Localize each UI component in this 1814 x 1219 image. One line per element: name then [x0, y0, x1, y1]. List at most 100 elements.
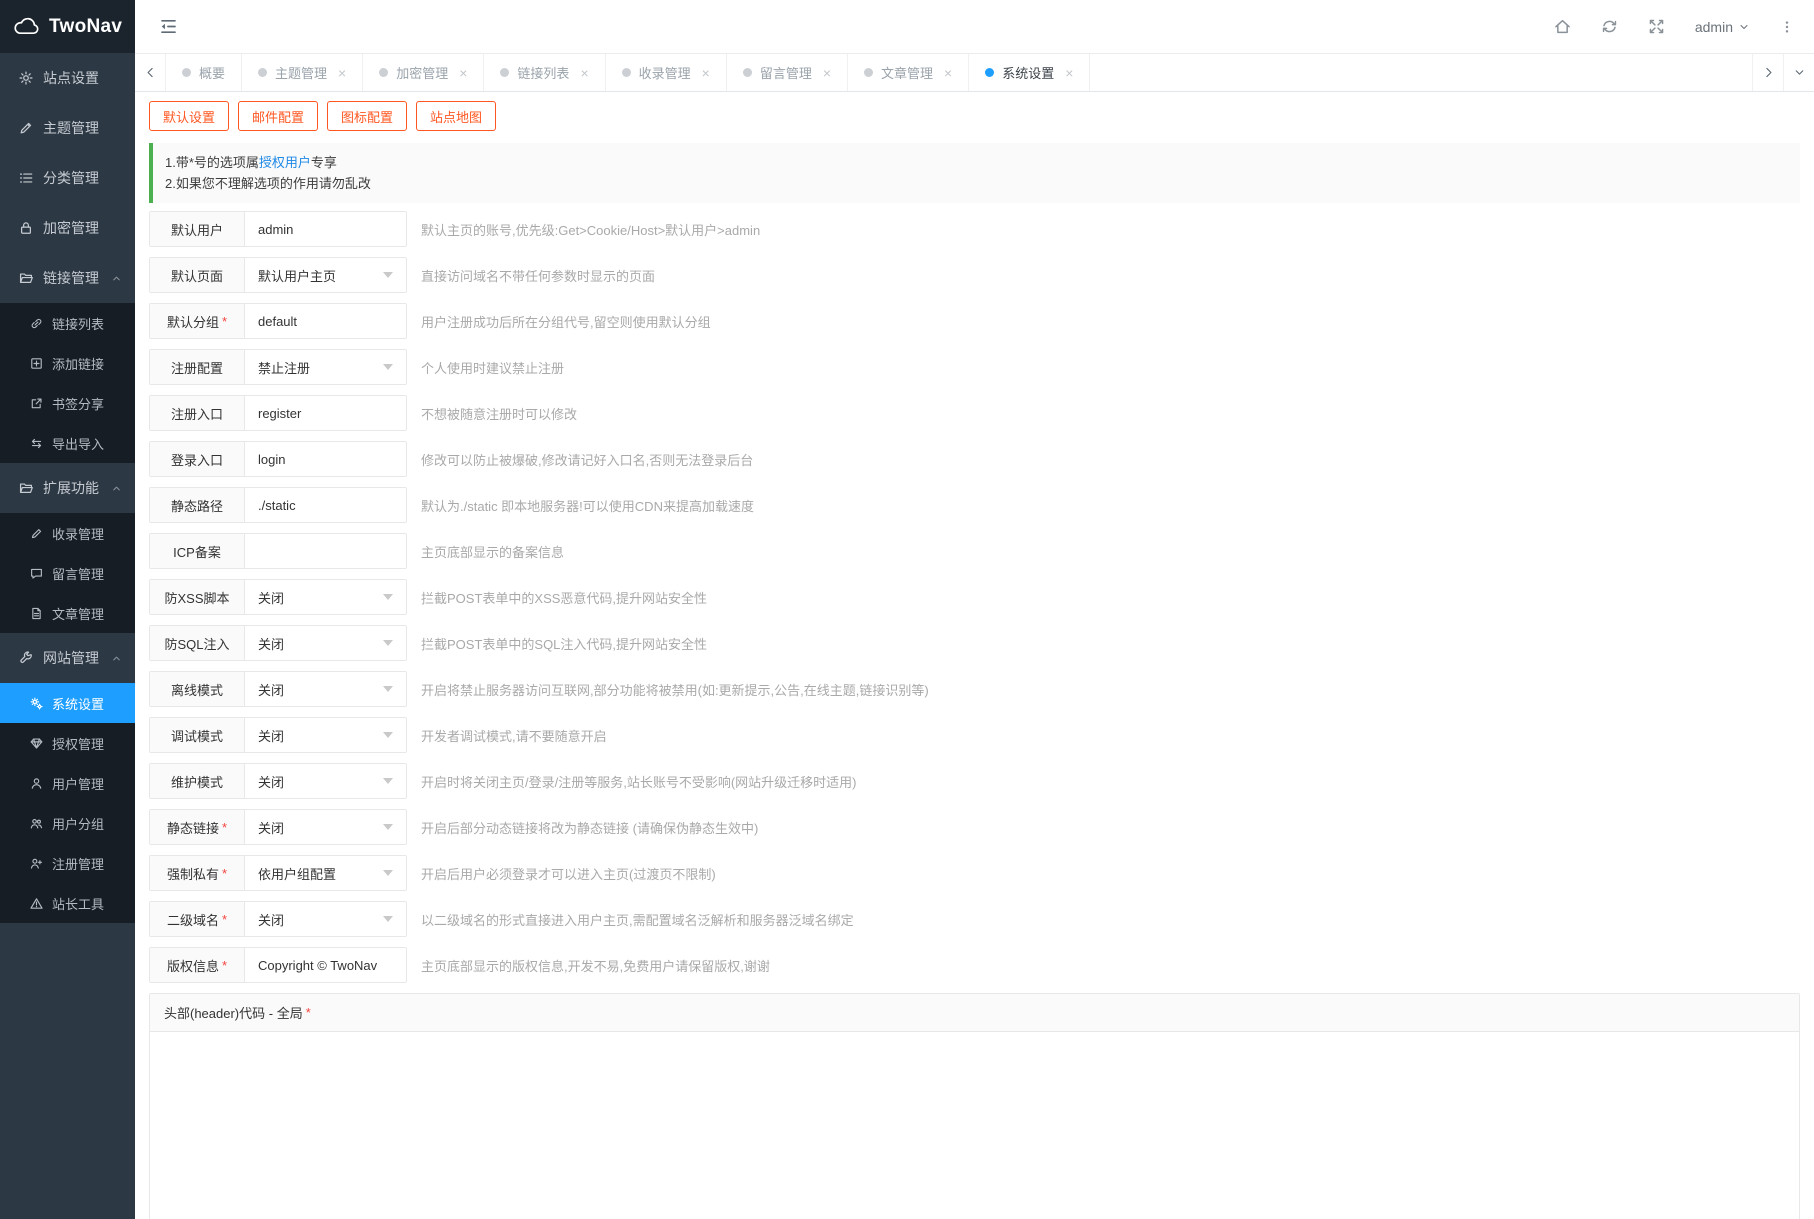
close-icon[interactable]: × [338, 66, 346, 80]
authorized-user-link[interactable]: 授权用户 [259, 155, 311, 170]
anti-xss-select[interactable]: 关闭 [245, 580, 406, 614]
icp-record-input[interactable] [245, 534, 406, 568]
settings-toolbar: 默认设置 邮件配置 图标配置 站点地图 [149, 101, 1800, 131]
sidebar-item-user-group[interactable]: 用户分组 [0, 803, 135, 843]
field-description: 默认为./static 即本地服务器!可以使用CDN来提高加载速度 [421, 498, 754, 514]
register-config-select[interactable]: 禁止注册 [245, 350, 406, 384]
tab-status-dot [258, 68, 268, 77]
tab-status-dot [742, 68, 752, 77]
sidebar-item-auth-mgmt[interactable]: 授权管理 [0, 723, 135, 763]
sidebar-item-export-import[interactable]: 导出导入 [0, 423, 135, 463]
default-group-input[interactable] [245, 304, 406, 338]
form-row-maintenance-mode: 维护模式 关闭 开启时将关闭主页/登录/注册等服务,站长账号不受影响(网站升级迁移时… [149, 763, 1800, 799]
comment-icon [30, 567, 43, 580]
field-label: 调试模式 [150, 718, 245, 752]
close-icon[interactable]: × [702, 66, 710, 80]
refresh-icon[interactable] [1601, 18, 1618, 35]
default-page-select[interactable]: 默认用户主页 [245, 258, 406, 292]
tab-message[interactable]: 留言管理 × [727, 54, 849, 91]
chevron-down-icon [1738, 21, 1750, 33]
logo[interactable]: TwoNav [0, 0, 135, 53]
fullscreen-icon[interactable] [1648, 18, 1665, 35]
home-icon[interactable] [1554, 18, 1571, 35]
user-menu-label: admin [1694, 18, 1733, 35]
sidebar-item-message-mgmt[interactable]: 留言管理 [0, 553, 135, 593]
maintenance-mode-select[interactable]: 关闭 [245, 764, 406, 798]
tab-label: 概要 [199, 66, 226, 81]
kebab-icon[interactable] [1780, 19, 1794, 35]
sidebar-item-bookmark-share[interactable]: 书签分享 [0, 383, 135, 423]
sidebar-item-site-settings[interactable]: 站点设置 [0, 53, 135, 103]
tab-article[interactable]: 文章管理 × [848, 54, 970, 91]
close-icon[interactable]: × [1065, 66, 1073, 80]
tab-label: 主题管理 [275, 66, 328, 81]
chevron-right-icon [1762, 66, 1775, 79]
sidebar-item-theme-mgmt[interactable]: 主题管理 [0, 103, 135, 153]
sidebar-item-label: 用户分组 [52, 816, 105, 832]
tab-label: 留言管理 [759, 66, 812, 81]
static-path-input[interactable] [245, 488, 406, 522]
login-entry-input[interactable] [245, 442, 406, 476]
static-link-select[interactable]: 关闭 [245, 810, 406, 844]
sitemap-button[interactable]: 站点地图 [416, 101, 497, 131]
default-user-input[interactable] [245, 212, 406, 246]
field-description: 修改可以防止被爆破,修改请记好入口名,否则无法登录后台 [421, 452, 754, 468]
form-row-static-link: 静态链接 * 关闭 开启后部分动态链接将改为静态链接 (请确保伪静态生效中) [149, 809, 1800, 845]
sidebar-item-label: 链接列表 [52, 316, 105, 332]
subdomain-select[interactable]: 关闭 [245, 902, 406, 936]
tabs-menu-button[interactable] [1783, 54, 1814, 91]
anti-sql-select[interactable]: 关闭 [245, 626, 406, 660]
sidebar-item-collect-mgmt[interactable]: 收录管理 [0, 513, 135, 553]
debug-mode-select[interactable]: 关闭 [245, 718, 406, 752]
gem-icon [30, 737, 43, 750]
mail-config-button[interactable]: 邮件配置 [238, 101, 319, 131]
field-label: 离线模式 [150, 672, 245, 706]
field-description: 开发者调试模式,请不要随意开启 [421, 728, 607, 744]
tab-link-list[interactable]: 链接列表 × [484, 54, 606, 91]
sidebar-item-webmaster-tools[interactable]: 站长工具 [0, 883, 135, 923]
tab-encrypt[interactable]: 加密管理 × [363, 54, 485, 91]
header-code-editor[interactable] [150, 1032, 1799, 1219]
offline-mode-select[interactable]: 关闭 [245, 672, 406, 706]
form-row-copyright: 版权信息* 主页底部显示的版权信息,开发不易,免费用户请保留版权,谢谢 [149, 947, 1800, 983]
sidebar-item-link-list[interactable]: 链接列表 [0, 303, 135, 343]
menu-fold-icon[interactable] [159, 17, 178, 36]
select-value: 默认用户主页 [258, 268, 337, 284]
tab-collect[interactable]: 收录管理 × [606, 54, 727, 91]
register-entry-input[interactable] [245, 396, 406, 430]
header-code-section: 头部(header)代码 - 全局 * [149, 993, 1800, 1219]
sidebar-item-add-link[interactable]: 添加链接 [0, 343, 135, 383]
sidebar-item-label: 扩展功能 [43, 480, 99, 496]
sidebar-item-link-mgmt[interactable]: 链接管理 [0, 253, 135, 303]
field-description: 开启时将关闭主页/登录/注册等服务,站长账号不受影响(网站升级迁移时适用) [421, 774, 857, 790]
sidebar-item-user-mgmt[interactable]: 用户管理 [0, 763, 135, 803]
sidebar-item-article-mgmt[interactable]: 文章管理 [0, 593, 135, 633]
tab-overview[interactable]: 概要 [166, 54, 243, 91]
tabs-scroll-left-button[interactable] [135, 54, 166, 91]
force-private-select[interactable]: 依用户组配置 [245, 856, 406, 890]
tabs-scroll-right-button[interactable] [1752, 54, 1783, 91]
sidebar-item-website-mgmt[interactable]: 网站管理 [0, 633, 135, 683]
default-settings-button[interactable]: 默认设置 [149, 101, 230, 131]
sidebar-item-register-mgmt[interactable]: 注册管理 [0, 843, 135, 883]
notice-box: 1.带*号的选项属授权用户专享 2.如果您不理解选项的作用请勿乱改 [149, 143, 1800, 203]
tab-system[interactable]: 系统设置 × [969, 54, 1091, 91]
copyright-input[interactable] [245, 948, 406, 982]
form-row-force-private: 强制私有 * 依用户组配置 开启后用户必须登录才可以进入主页(过渡页不限制) [149, 855, 1800, 891]
select-value: 关闭 [258, 590, 285, 606]
close-icon[interactable]: × [823, 66, 831, 80]
user-menu[interactable]: admin [1695, 19, 1750, 35]
close-icon[interactable]: × [944, 66, 952, 80]
sidebar-item-category-mgmt[interactable]: 分类管理 [0, 153, 135, 203]
sidebar-item-encrypt-mgmt[interactable]: 加密管理 [0, 203, 135, 253]
sidebar-item-label: 注册管理 [52, 856, 105, 872]
sidebar-item-extend-func[interactable]: 扩展功能 [0, 463, 135, 513]
close-icon[interactable]: × [459, 66, 467, 80]
sidebar-item-system-settings[interactable]: 系统设置 [0, 683, 135, 723]
close-icon[interactable]: × [580, 66, 588, 80]
tab-theme[interactable]: 主题管理 × [242, 54, 364, 91]
field-label: 默认用户 [150, 212, 245, 246]
field-label: 登录入口 [150, 442, 245, 476]
icon-config-button[interactable]: 图标配置 [327, 101, 408, 131]
list-icon [19, 171, 33, 185]
